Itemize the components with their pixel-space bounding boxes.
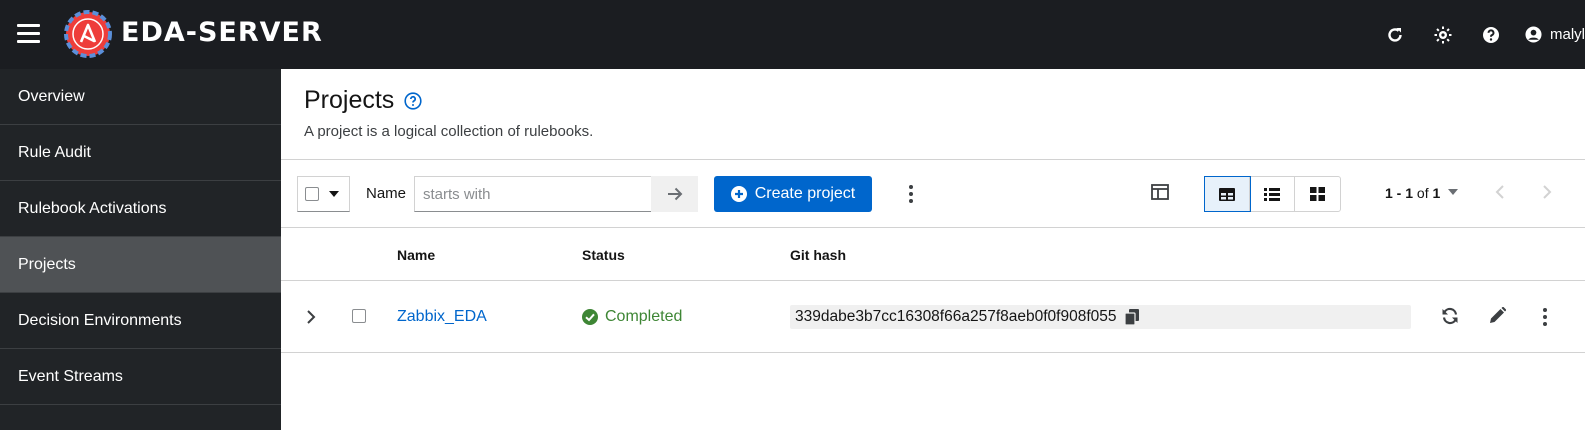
view-toggle-group <box>1204 176 1341 212</box>
caret-down-icon <box>329 191 339 197</box>
status-badge: Completed <box>582 308 682 326</box>
user-menu[interactable]: malyl <box>1515 26 1585 43</box>
page-title: Projects <box>304 86 395 114</box>
theme-toggle-icon[interactable] <box>1419 0 1467 69</box>
sync-icon[interactable] <box>1441 307 1459 325</box>
name-filter-input[interactable] <box>414 176 652 212</box>
filter-submit-button[interactable] <box>651 176 698 212</box>
help-icon[interactable] <box>1467 0 1515 69</box>
page-description: A project is a logical collection of rul… <box>304 123 594 140</box>
status-text: Completed <box>605 308 683 325</box>
card-view-button[interactable] <box>1295 177 1340 211</box>
project-name-link[interactable]: Zabbix_EDA <box>397 308 487 326</box>
list-view-button[interactable] <box>1250 177 1295 211</box>
masthead: EDA-SERVER malyl <box>0 0 1585 69</box>
create-project-button[interactable]: Create project <box>714 176 872 212</box>
filter-label: Name <box>366 185 407 202</box>
username: malyl <box>1549 26 1585 43</box>
row-checkbox[interactable] <box>352 309 366 323</box>
page-title-row: Projects <box>304 86 422 115</box>
column-header-name[interactable]: Name <box>397 247 435 263</box>
check-circle-icon <box>582 309 598 325</box>
pagination-total: 1 <box>1432 185 1441 201</box>
ansible-logo-icon <box>64 10 112 58</box>
arrow-right-icon <box>667 187 682 201</box>
hamburger-menu-icon[interactable] <box>17 24 40 44</box>
manage-columns-icon[interactable] <box>1151 184 1169 200</box>
help-circle-icon[interactable] <box>404 91 422 110</box>
select-all-checkbox[interactable] <box>305 187 319 201</box>
sidebar-item-rulebook-activations[interactable]: Rulebook Activations <box>0 181 281 237</box>
edit-pencil-icon[interactable] <box>1489 307 1506 324</box>
sidebar-item-decision-environments[interactable]: Decision Environments <box>0 293 281 349</box>
main-content: Projects A project is a logical collecti… <box>281 69 1585 430</box>
toolbar: Name Create project 1 - 1 of 1 <box>281 160 1585 228</box>
pagination-summary[interactable]: 1 - 1 of 1 <box>1385 185 1440 201</box>
grid-icon <box>1310 187 1325 201</box>
toolbar-kebab-icon[interactable] <box>899 176 923 212</box>
copy-icon[interactable] <box>1124 309 1139 325</box>
brand-title: EDA-SERVER <box>121 17 323 48</box>
table-icon <box>1219 187 1235 201</box>
table-header: Name Status Git hash <box>281 228 1585 281</box>
git-hash-field: 339dabe3b7cc16308f66a257f8aeb0f0f908f055 <box>790 305 1411 329</box>
expand-row-icon[interactable] <box>306 309 316 325</box>
refresh-icon[interactable] <box>1371 0 1419 69</box>
sidebar-nav: Overview Rule Audit Rulebook Activations… <box>0 69 281 430</box>
header-actions: malyl <box>1371 0 1585 69</box>
next-page-icon[interactable] <box>1542 184 1552 200</box>
create-project-label: Create project <box>754 185 856 202</box>
sidebar-item-overview[interactable]: Overview <box>0 69 281 125</box>
pagination-range: 1 - 1 <box>1385 185 1414 201</box>
column-header-git-hash[interactable]: Git hash <box>790 247 846 263</box>
page-header: Projects A project is a logical collecti… <box>281 69 1585 160</box>
column-header-status[interactable]: Status <box>582 247 625 263</box>
plus-circle-icon <box>730 186 747 202</box>
pagination-of: of <box>1416 185 1429 201</box>
previous-page-icon[interactable] <box>1495 184 1505 200</box>
row-kebab-icon[interactable] <box>1533 299 1557 335</box>
list-icon <box>1264 187 1280 201</box>
bulk-select-dropdown[interactable] <box>297 176 350 212</box>
table-row: Zabbix_EDA Completed 339dabe3b7cc16308f6… <box>281 281 1585 353</box>
sidebar-item-event-streams[interactable]: Event Streams <box>0 349 281 405</box>
table-view-button[interactable] <box>1204 176 1251 212</box>
sidebar-item-rule-audit[interactable]: Rule Audit <box>0 125 281 181</box>
user-avatar-icon <box>1525 26 1542 43</box>
git-hash-value: 339dabe3b7cc16308f66a257f8aeb0f0f908f055 <box>795 308 1117 325</box>
pagination-caret-down-icon[interactable] <box>1448 189 1458 195</box>
sidebar-item-projects[interactable]: Projects <box>0 237 281 293</box>
